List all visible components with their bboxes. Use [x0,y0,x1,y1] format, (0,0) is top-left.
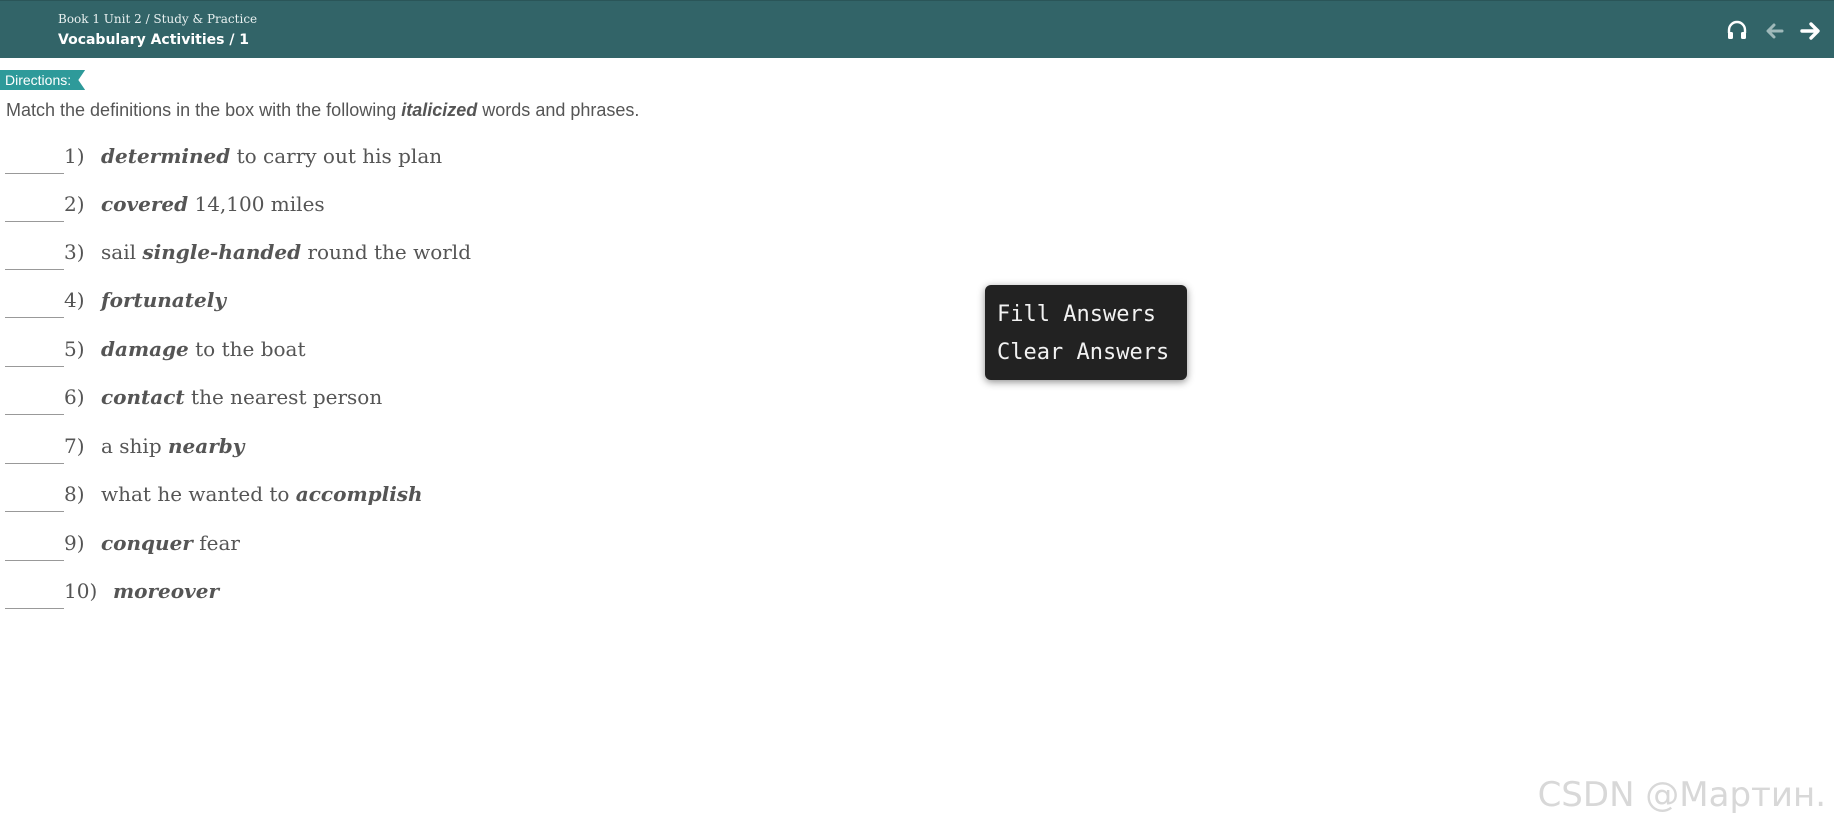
arrow-right-icon[interactable] [1798,18,1824,44]
item-number: 6) [64,385,85,409]
item-number: 5) [64,337,85,361]
item-text: damage to the boat [101,337,306,361]
item-number: 9) [64,531,85,555]
answer-blank[interactable] [5,463,64,464]
item-number: 2) [64,192,85,216]
item-number: 8) [64,482,85,506]
directions-label: Directions: [0,70,86,90]
item-text: what he wanted to accomplish [101,482,423,506]
item-number: 3) [64,240,85,264]
breadcrumb: Book 1 Unit 2 / Study & Practice [58,12,258,26]
item-number: 7) [64,434,85,458]
item-number: 10) [64,579,98,603]
top-bar: Book 1 Unit 2 / Study & Practice Vocabul… [0,0,1834,58]
clear-answers-menu-item[interactable]: Clear Answers [997,338,1169,368]
arrow-left-icon[interactable] [1762,18,1788,44]
answer-blank[interactable] [5,608,64,609]
item-text: moreover [113,579,219,603]
fill-answers-menu-item[interactable]: Fill Answers [997,300,1156,330]
answer-blank[interactable] [5,317,64,318]
instruction-text: Match the definitions in the box with th… [6,100,640,120]
item-text: determined to carry out his plan [101,144,443,168]
emphasis-italicized: italicized [401,100,478,120]
answer-blank[interactable] [5,173,64,174]
answer-blank[interactable] [5,560,64,561]
item-text: fortunately [101,288,226,312]
item-text: conquer fear [101,531,240,555]
page-title: Vocabulary Activities / 1 [58,32,250,48]
item-text: sail single-handed round the world [101,240,472,264]
item-text: contact the nearest person [101,385,383,409]
answer-blank[interactable] [5,221,64,222]
answer-blank[interactable] [5,511,64,512]
answer-blank[interactable] [5,366,64,367]
answer-blank[interactable] [5,269,64,270]
watermark: CSDN @Мартин. [1537,775,1826,815]
item-text: covered 14,100 miles [101,192,325,216]
answers-menu: Fill Answers Clear Answers [985,285,1187,380]
item-number: 4) [64,288,85,312]
item-text: a ship nearby [101,434,245,458]
item-number: 1) [64,144,85,168]
answer-blank[interactable] [5,414,64,415]
headphones-icon[interactable] [1724,18,1750,44]
